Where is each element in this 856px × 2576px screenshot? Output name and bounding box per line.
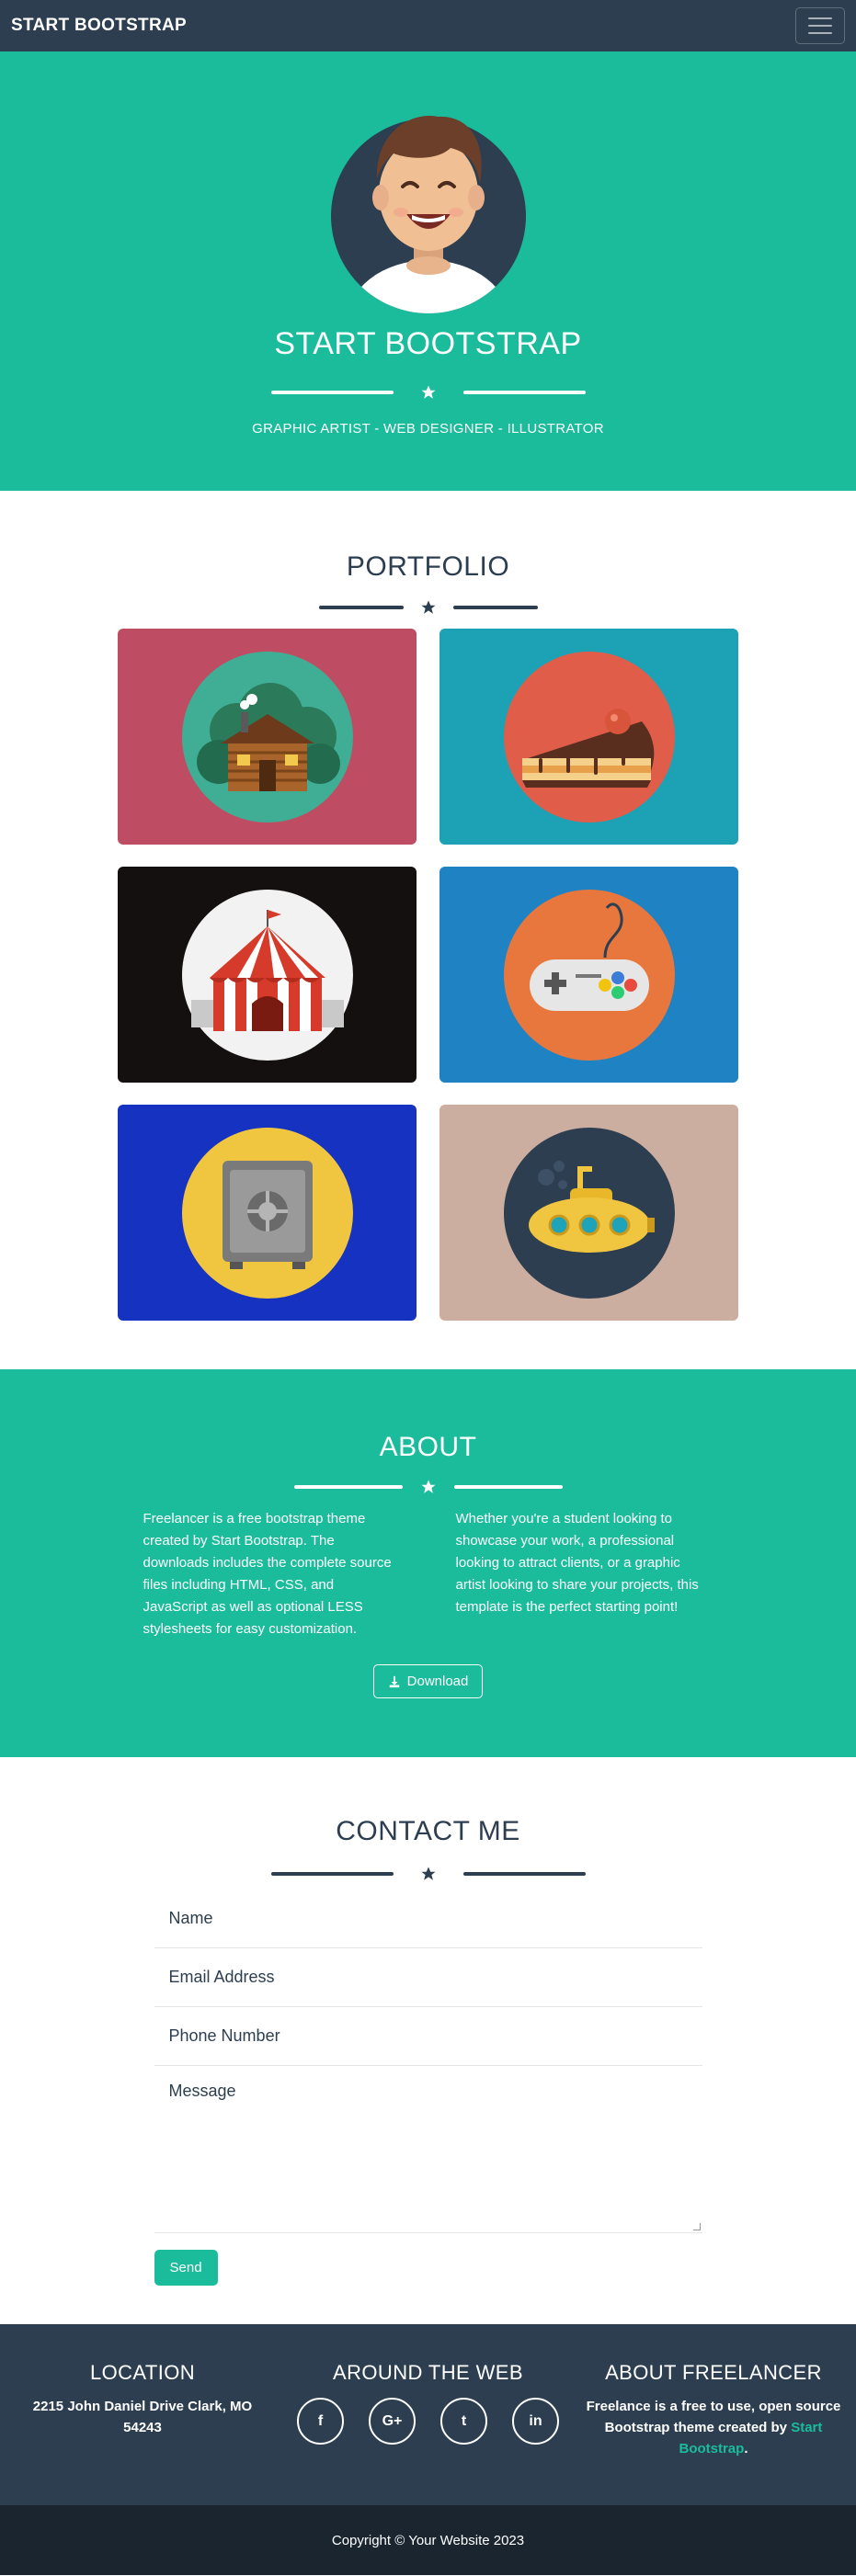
copyright-bar: Copyright © Your Website 2023 [0, 2505, 856, 2575]
hero-subtitle: GRAPHIC ARTIST - WEB DESIGNER - ILLUSTRA… [252, 421, 604, 437]
social-links: f G+ t in [297, 2398, 559, 2445]
footer-around-web: AROUND THE WEB f G+ t in [286, 2361, 571, 2505]
footer-web-heading: AROUND THE WEB [333, 2361, 523, 2384]
portfolio-item-cake[interactable] [439, 629, 738, 845]
download-label: Download [406, 1674, 469, 1689]
facebook-icon[interactable]: f [297, 2398, 344, 2445]
safe-illustration [181, 1127, 353, 1299]
footer: LOCATION 2215 John Daniel Drive Clark, M… [0, 2324, 856, 2505]
resize-handle-icon[interactable] [692, 2223, 701, 2230]
brand-link[interactable]: START BOOTSTRAP [11, 16, 187, 36]
circus-tent-illustration [181, 889, 353, 1061]
portfolio-grid [118, 629, 738, 1321]
download-icon [389, 1675, 399, 1687]
cake-illustration [503, 651, 675, 823]
star-icon [421, 1867, 435, 1880]
email-field[interactable]: Email Address [154, 1948, 702, 2007]
about-heading: ABOUT [379, 1432, 477, 1462]
avatar-illustration [330, 116, 526, 313]
portfolio-divider [318, 599, 538, 616]
cabin-illustration [181, 651, 353, 823]
footer-location: LOCATION 2215 John Daniel Drive Clark, M… [0, 2361, 285, 2505]
hero-section: START BOOTSTRAP GRAPHIC ARTIST - WEB DES… [0, 51, 856, 491]
menu-toggle-button[interactable] [795, 7, 845, 44]
contact-divider [270, 1866, 586, 1882]
footer-about-heading: ABOUT FREELANCER [605, 2361, 822, 2384]
footer-about: ABOUT FREELANCER Freelance is a free to … [571, 2361, 856, 2505]
about-text-left: Freelancer is a free bootstrap theme cre… [143, 1511, 392, 1637]
about-text-right: Whether you're a student looking to show… [455, 1511, 699, 1615]
star-icon [421, 600, 435, 614]
portfolio-item-game[interactable] [439, 867, 738, 1083]
copyright-text: Copyright © Your Website 2023 [331, 2532, 525, 2548]
about-divider [293, 1479, 563, 1495]
hamburger-icon [808, 17, 832, 19]
about-section: ABOUT Freelancer is a free bootstrap the… [0, 1369, 856, 1757]
name-field[interactable]: Name [154, 1889, 702, 1948]
portfolio-heading: PORTFOLIO [346, 551, 510, 582]
portfolio-item-circus[interactable] [118, 867, 417, 1083]
contact-section: CONTACT ME Name Email Address Phone Numb… [0, 1757, 856, 2324]
phone-field[interactable]: Phone Number [154, 2007, 702, 2066]
hero-title: START BOOTSTRAP [274, 326, 582, 361]
contact-form: Name Email Address Phone Number Message … [154, 1889, 702, 2286]
footer-about-text: Freelance is a free to use, open source … [586, 2399, 841, 2457]
portfolio-item-cabin[interactable] [118, 629, 417, 845]
send-button[interactable]: Send [154, 2250, 218, 2286]
navbar: START BOOTSTRAP [0, 0, 856, 51]
star-icon [421, 1480, 435, 1493]
star-icon [421, 385, 435, 399]
hero-divider [270, 384, 586, 401]
portfolio-item-safe[interactable] [118, 1105, 417, 1321]
submarine-illustration [503, 1127, 675, 1299]
message-field[interactable]: Message [154, 2066, 702, 2233]
game-controller-illustration [503, 889, 675, 1061]
portfolio-item-submarine[interactable] [439, 1105, 738, 1321]
message-placeholder: Message [168, 2082, 236, 2100]
portfolio-section: PORTFOLIO [0, 491, 856, 1369]
footer-address: 2215 John Daniel Drive Clark, MO 54243 [32, 2399, 253, 2435]
twitter-icon[interactable]: t [440, 2398, 487, 2445]
contact-heading: CONTACT ME [336, 1816, 520, 1846]
download-button[interactable]: Download [372, 1664, 484, 1698]
google-plus-icon[interactable]: G+ [369, 2398, 416, 2445]
footer-location-heading: LOCATION [89, 2361, 196, 2384]
linkedin-icon[interactable]: in [512, 2398, 559, 2445]
